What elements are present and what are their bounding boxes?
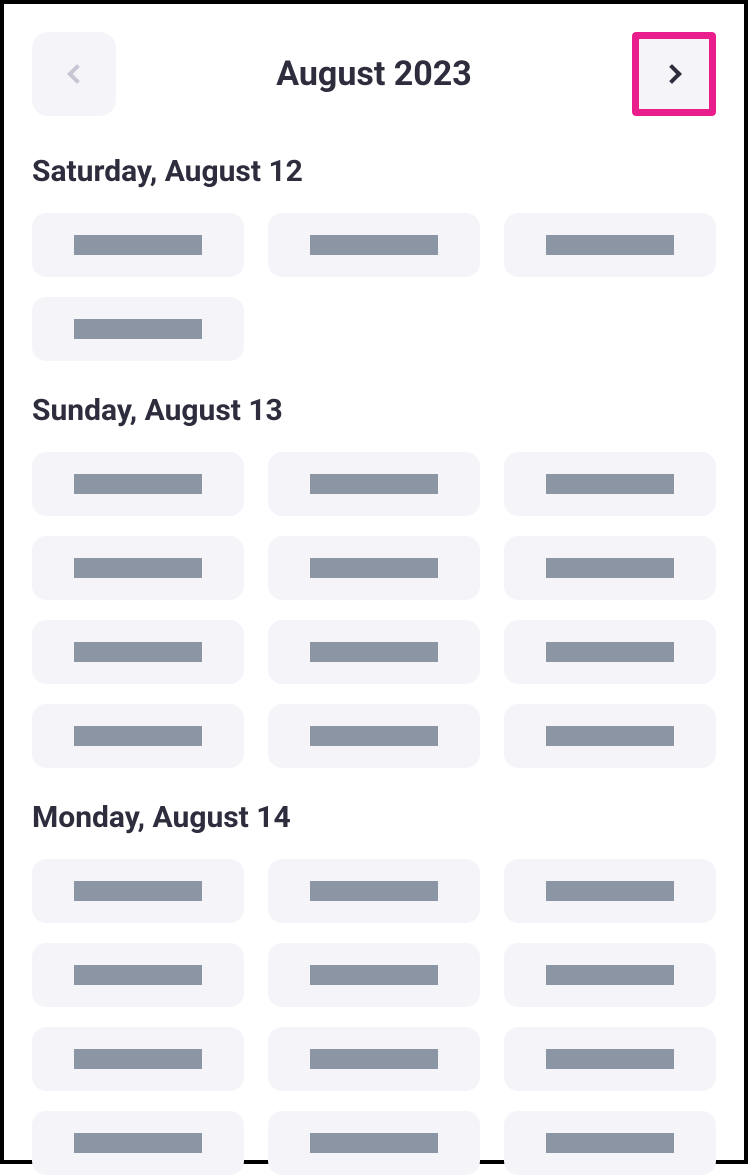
time-slot-placeholder bbox=[74, 1049, 202, 1069]
time-slots-grid bbox=[32, 452, 716, 768]
time-slot-button[interactable] bbox=[32, 620, 244, 684]
time-slot-placeholder bbox=[546, 558, 674, 578]
month-header: August 2023 bbox=[32, 32, 716, 116]
time-slot-placeholder bbox=[546, 235, 674, 255]
day-heading: Sunday, August 13 bbox=[32, 393, 716, 428]
time-slots-grid bbox=[32, 859, 716, 1175]
chevron-left-icon bbox=[67, 64, 87, 84]
time-slot-placeholder bbox=[546, 965, 674, 985]
time-slots-grid bbox=[32, 213, 716, 361]
time-slot-placeholder bbox=[546, 642, 674, 662]
time-slot-button[interactable] bbox=[268, 620, 480, 684]
time-slot-button[interactable] bbox=[504, 213, 716, 277]
time-slot-button[interactable] bbox=[504, 859, 716, 923]
time-slot-placeholder bbox=[74, 319, 202, 339]
time-slot-button[interactable] bbox=[32, 536, 244, 600]
time-slot-placeholder bbox=[310, 881, 438, 901]
time-slot-button[interactable] bbox=[504, 1111, 716, 1175]
time-slot-placeholder bbox=[310, 1049, 438, 1069]
time-slot-placeholder bbox=[310, 642, 438, 662]
time-slot-placeholder bbox=[546, 881, 674, 901]
time-slot-placeholder bbox=[546, 726, 674, 746]
time-slot-button[interactable] bbox=[32, 704, 244, 768]
day-heading: Saturday, August 12 bbox=[32, 154, 716, 189]
time-slot-button[interactable] bbox=[32, 943, 244, 1007]
time-slot-button[interactable] bbox=[268, 213, 480, 277]
time-slot-button[interactable] bbox=[268, 1111, 480, 1175]
time-slot-button[interactable] bbox=[32, 1027, 244, 1091]
time-slot-button[interactable] bbox=[504, 620, 716, 684]
time-slot-button[interactable] bbox=[504, 1027, 716, 1091]
time-slot-button[interactable] bbox=[32, 859, 244, 923]
time-slot-placeholder bbox=[74, 558, 202, 578]
time-slot-button[interactable] bbox=[32, 213, 244, 277]
time-slot-placeholder bbox=[74, 474, 202, 494]
next-month-button[interactable] bbox=[632, 32, 716, 116]
time-slot-placeholder bbox=[310, 235, 438, 255]
prev-month-button[interactable] bbox=[32, 32, 116, 116]
time-slot-placeholder bbox=[74, 726, 202, 746]
time-slot-button[interactable] bbox=[268, 859, 480, 923]
time-slot-placeholder bbox=[546, 1133, 674, 1153]
chevron-right-icon bbox=[662, 64, 682, 84]
time-slot-button[interactable] bbox=[268, 1027, 480, 1091]
time-slot-button[interactable] bbox=[504, 943, 716, 1007]
month-title: August 2023 bbox=[276, 54, 472, 94]
time-slot-placeholder bbox=[546, 1049, 674, 1069]
time-slot-placeholder bbox=[546, 474, 674, 494]
time-slot-button[interactable] bbox=[268, 704, 480, 768]
time-slot-placeholder bbox=[310, 474, 438, 494]
time-slot-button[interactable] bbox=[504, 704, 716, 768]
day-section: Sunday, August 13 bbox=[32, 393, 716, 768]
time-slot-button[interactable] bbox=[268, 536, 480, 600]
time-slot-placeholder bbox=[74, 1133, 202, 1153]
day-section: Saturday, August 12 bbox=[32, 154, 716, 361]
time-slot-placeholder bbox=[74, 235, 202, 255]
time-slot-placeholder bbox=[74, 965, 202, 985]
day-section: Monday, August 14 bbox=[32, 800, 716, 1175]
time-slot-placeholder bbox=[310, 1133, 438, 1153]
time-slot-placeholder bbox=[310, 726, 438, 746]
time-slot-button[interactable] bbox=[32, 452, 244, 516]
time-slot-button[interactable] bbox=[504, 452, 716, 516]
time-slot-button[interactable] bbox=[32, 297, 244, 361]
time-slot-placeholder bbox=[310, 965, 438, 985]
day-heading: Monday, August 14 bbox=[32, 800, 716, 835]
time-slot-button[interactable] bbox=[268, 943, 480, 1007]
time-slot-button[interactable] bbox=[268, 452, 480, 516]
time-slot-placeholder bbox=[310, 558, 438, 578]
time-slot-button[interactable] bbox=[504, 536, 716, 600]
time-slot-placeholder bbox=[74, 881, 202, 901]
time-slot-placeholder bbox=[74, 642, 202, 662]
time-slot-button[interactable] bbox=[32, 1111, 244, 1175]
